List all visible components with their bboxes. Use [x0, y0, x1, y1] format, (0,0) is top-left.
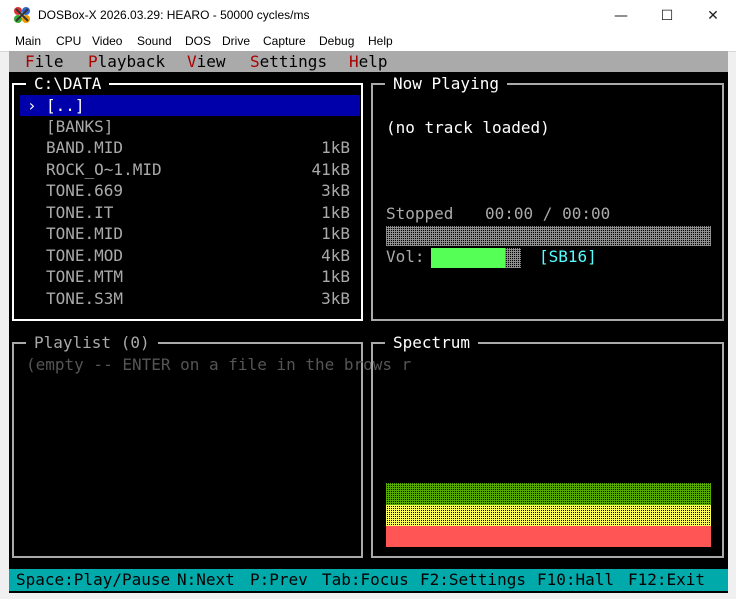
- spectrum-band-base: [386, 526, 711, 547]
- selection-caret-icon: ›: [27, 96, 37, 115]
- progress-bar[interactable]: [386, 226, 711, 246]
- file-row[interactable]: TONE.MOD 4kB: [20, 245, 360, 266]
- menu-debug[interactable]: Debug: [319, 34, 354, 48]
- file-row[interactable]: TONE.MTM 1kB: [20, 266, 360, 287]
- file-row[interactable]: [BANKS]: [20, 116, 360, 137]
- menu-dos[interactable]: DOS: [185, 34, 211, 48]
- app-menu-file[interactable]: File: [25, 51, 64, 72]
- window-titlebar[interactable]: DOSBox-X 2026.03.29: HEARO - 50000 cycle…: [0, 0, 736, 31]
- app-menu-help[interactable]: Help: [349, 51, 388, 72]
- menu-video[interactable]: Video: [92, 34, 122, 48]
- playlist-title: Playlist (0): [26, 334, 158, 352]
- shortcut-prev[interactable]: P:Prev: [250, 569, 308, 590]
- file-row[interactable]: TONE.MID 1kB: [20, 223, 360, 244]
- track-title: (no track loaded): [386, 118, 550, 137]
- shortcut-focus[interactable]: Tab:Focus: [322, 569, 409, 590]
- app-menubar: File Playback View Settings Help: [9, 51, 728, 72]
- spectrum-band-mid: [386, 505, 711, 526]
- playback-state: Stopped: [386, 204, 454, 223]
- shortcut-exit[interactable]: F12:Exit: [628, 569, 705, 590]
- now-playing-panel: Now Playing (no track loaded) Stopped 00…: [371, 75, 724, 321]
- host-menubar: Main CPU Video Sound DOS Drive Capture D…: [0, 31, 736, 52]
- playlist-empty-hint: (empty -- ENTER on a file in the brows r: [26, 355, 412, 374]
- close-button[interactable]: ✕: [690, 0, 736, 31]
- browser-path: C:\DATA: [26, 75, 110, 93]
- menu-main[interactable]: Main: [15, 34, 41, 48]
- shortcut-play-pause[interactable]: Space:Play/Pause: [16, 569, 170, 590]
- app-menu-settings[interactable]: Settings: [250, 51, 327, 72]
- menu-sound[interactable]: Sound: [137, 34, 172, 48]
- volume-level: [431, 248, 505, 268]
- playback-time: 00:00 / 00:00: [485, 204, 611, 223]
- dosbox-icon: [14, 7, 30, 23]
- app-menu-playback[interactable]: Playback: [88, 51, 165, 72]
- volume-label: Vol:: [386, 247, 425, 266]
- file-row[interactable]: TONE.669 3kB: [20, 180, 360, 201]
- spectrum-panel: Spectrum: [371, 334, 724, 558]
- shortcut-hall[interactable]: F10:Hall: [537, 569, 614, 590]
- window-title: DOSBox-X 2026.03.29: HEARO - 50000 cycle…: [38, 8, 310, 22]
- volume-slider[interactable]: [431, 248, 521, 268]
- file-row[interactable]: › [..]: [20, 95, 360, 116]
- playlist-panel: Playlist (0) (empty -- ENTER on a file i…: [12, 334, 411, 558]
- spectrum-band-top: [386, 483, 711, 505]
- status-bar: Space:Play/Pause N:Next P:Prev Tab:Focus…: [9, 569, 728, 591]
- menu-help[interactable]: Help: [368, 34, 393, 48]
- audio-device-badge: [SB16]: [539, 247, 597, 266]
- file-row[interactable]: BAND.MID 1kB: [20, 137, 360, 158]
- shortcut-next[interactable]: N:Next: [177, 569, 235, 590]
- menu-drive[interactable]: Drive: [222, 34, 250, 48]
- file-row[interactable]: ROCK_O~1.MID 41kB: [20, 159, 360, 180]
- now-playing-title: Now Playing: [385, 75, 507, 93]
- file-row[interactable]: TONE.IT 1kB: [20, 202, 360, 223]
- app-menu-view[interactable]: View: [187, 51, 226, 72]
- file-browser-panel: C:\DATA › [..] [BANKS] BAND.MID 1kB ROCK…: [12, 75, 363, 321]
- maximize-button[interactable]: ☐: [644, 0, 690, 31]
- spectrum-title: Spectrum: [385, 334, 479, 352]
- file-row[interactable]: TONE.S3M 3kB: [20, 288, 360, 309]
- minimize-button[interactable]: —: [598, 0, 644, 31]
- shortcut-settings[interactable]: F2:Settings: [420, 569, 526, 590]
- menu-cpu[interactable]: CPU: [56, 34, 81, 48]
- menu-capture[interactable]: Capture: [263, 34, 306, 48]
- dos-screen[interactable]: File Playback View Settings Help C:\DATA…: [9, 51, 728, 593]
